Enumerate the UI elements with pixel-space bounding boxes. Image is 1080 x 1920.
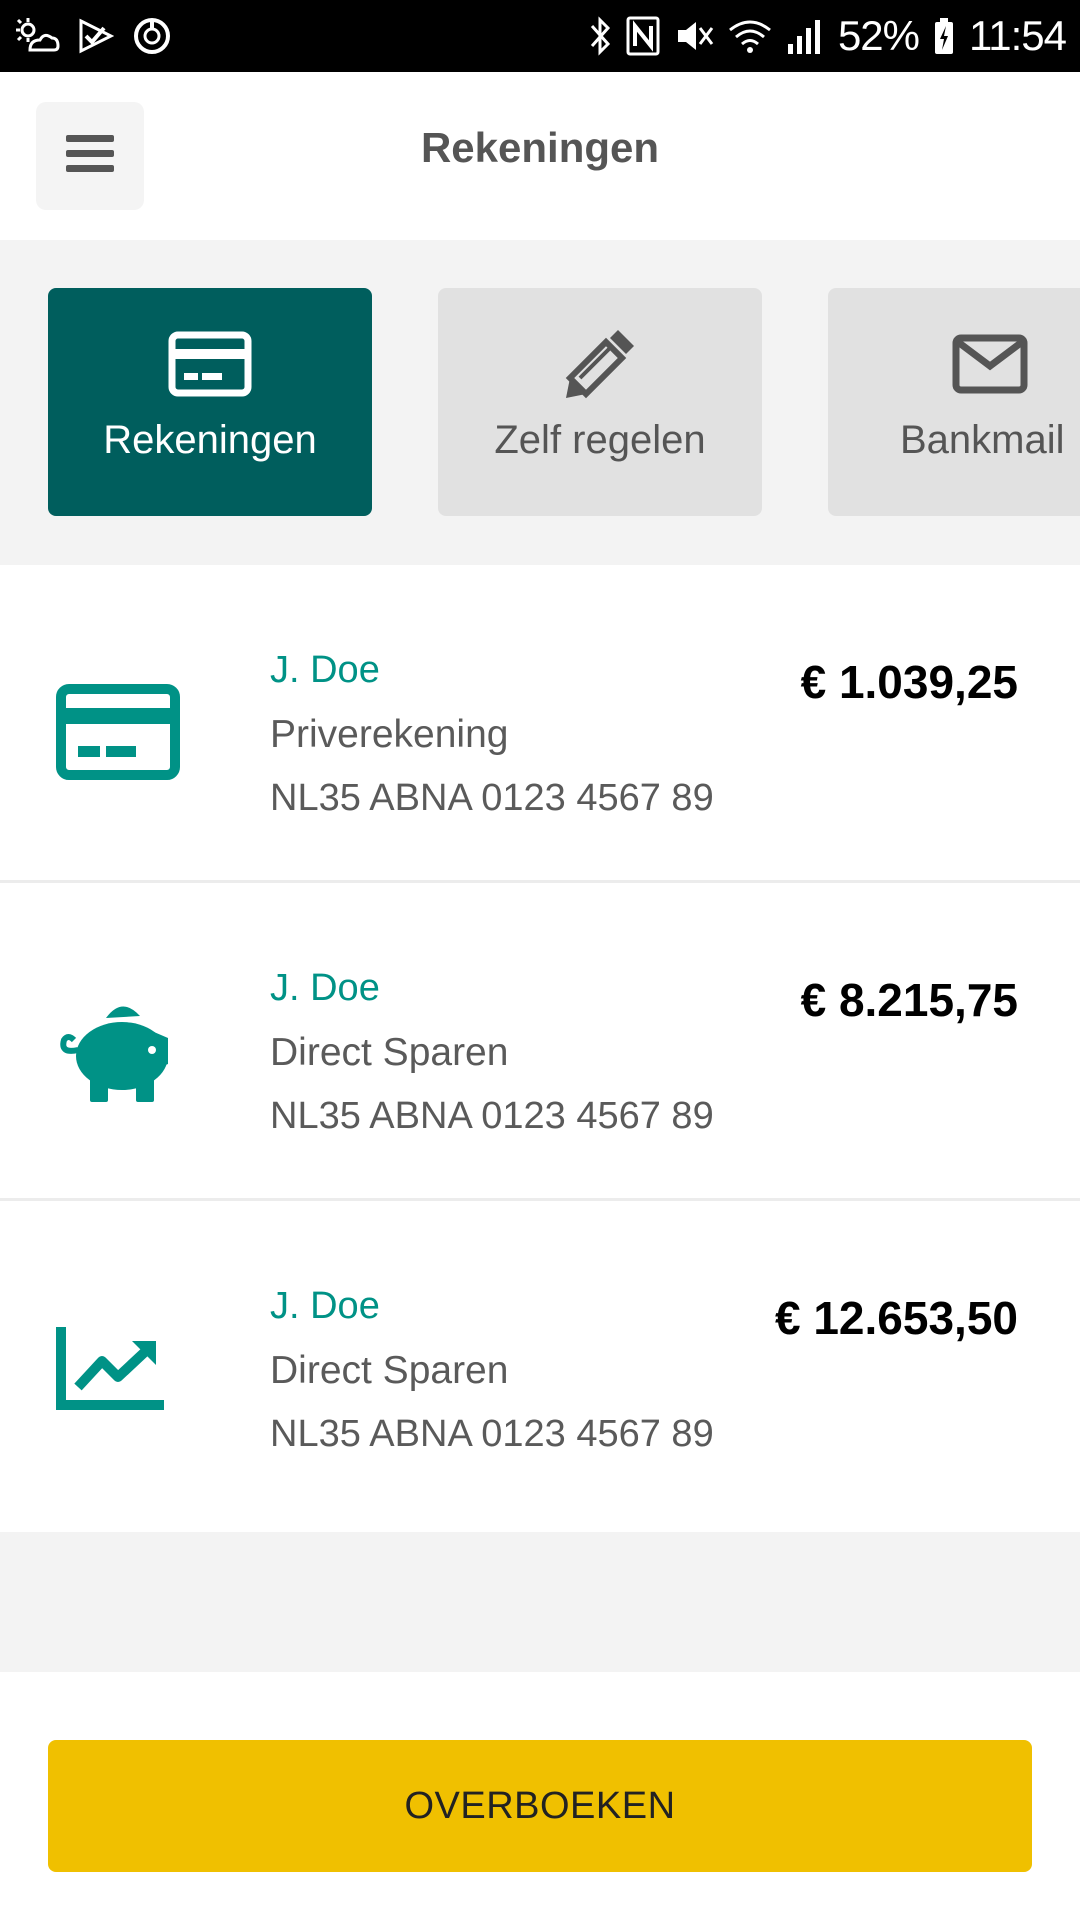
page-title: Rekeningen xyxy=(420,124,660,171)
tab-bar: Rekeningen Zelf regelen Bankmail xyxy=(0,240,1080,565)
envelope-icon xyxy=(828,324,1080,404)
account-holder: J. Doe xyxy=(270,967,380,1009)
pencil-icon xyxy=(438,324,762,404)
mute-vibrate-icon xyxy=(674,16,714,56)
check-notification-icon xyxy=(78,18,114,54)
wifi-icon xyxy=(728,16,772,56)
tab-label: Bankmail xyxy=(900,418,1065,462)
account-iban: NL35 ABNA 0123 4567 89 xyxy=(270,1095,714,1137)
sync-icon xyxy=(132,16,172,56)
account-row-direct-sparen[interactable]: J. Doe Direct Sparen NL35 ABNA 0123 4567… xyxy=(0,883,1080,1201)
account-type: Direct Sparen xyxy=(270,1031,509,1074)
account-row-direct-sparen[interactable]: J. Doe Direct Sparen NL35 ABNA 0123 4567… xyxy=(0,1201,1080,1518)
app-header: Rekeningen xyxy=(0,72,1080,240)
chart-line-icon xyxy=(56,1313,186,1423)
account-balance: € 12.653,50 xyxy=(774,1292,1018,1344)
status-bar: 52% 11:54 xyxy=(0,0,1080,72)
tab-label: Rekeningen xyxy=(103,418,317,462)
list-footer-spacer xyxy=(0,1532,1080,1672)
clock: 11:54 xyxy=(969,12,1067,59)
weather-icon xyxy=(14,16,60,56)
account-type: Priverekening xyxy=(270,713,509,756)
account-row-priverekening[interactable]: J. Doe Priverekening NL35 ABNA 0123 4567… xyxy=(0,565,1080,883)
credit-card-icon xyxy=(48,324,372,404)
credit-card-icon xyxy=(56,677,186,787)
tab-rekeningen[interactable]: Rekeningen xyxy=(48,288,372,516)
piggy-bank-icon xyxy=(56,995,186,1105)
account-type: Direct Sparen xyxy=(270,1349,509,1392)
account-balance: € 8.215,75 xyxy=(800,974,1018,1026)
account-iban: NL35 ABNA 0123 4567 89 xyxy=(270,1413,714,1455)
account-iban: NL35 ABNA 0123 4567 89 xyxy=(270,777,714,819)
tab-zelf-regelen[interactable]: Zelf regelen xyxy=(438,288,762,516)
bluetooth-icon xyxy=(588,16,612,56)
battery-charging-icon xyxy=(933,16,955,56)
nfc-icon xyxy=(626,16,660,56)
tab-label: Zelf regelen xyxy=(494,418,706,462)
signal-icon xyxy=(786,16,824,56)
transfer-button[interactable]: OVERBOEKEN xyxy=(48,1740,1032,1872)
battery-percentage: 52% xyxy=(837,12,920,59)
account-holder: J. Doe xyxy=(270,1285,380,1327)
account-balance: € 1.039,25 xyxy=(800,656,1018,708)
tab-bankmail[interactable]: Bankmail xyxy=(828,288,1080,516)
account-holder: J. Doe xyxy=(270,649,380,691)
account-list: J. Doe Priverekening NL35 ABNA 0123 4567… xyxy=(0,565,1080,1518)
